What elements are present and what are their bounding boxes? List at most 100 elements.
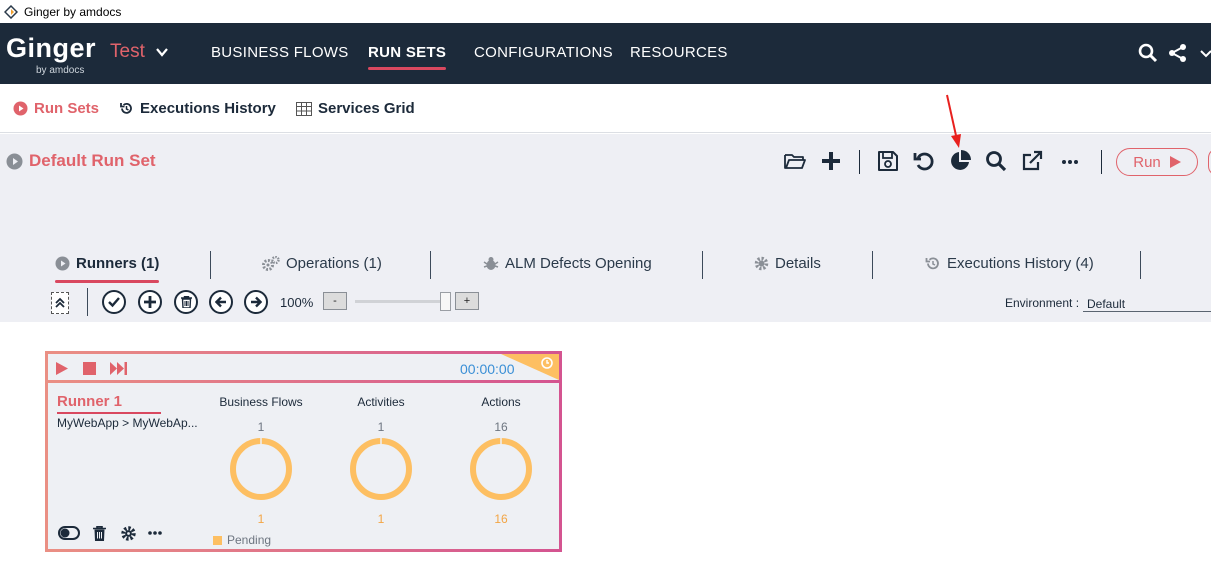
- tab-executions-history[interactable]: Executions History (4): [925, 255, 1094, 272]
- brand-byline: by amdocs: [36, 65, 85, 76]
- run-button-label: Run: [1133, 153, 1161, 171]
- share-icon[interactable]: [1168, 43, 1188, 63]
- runner-card[interactable]: 00:00:00 Runner 1 MyWebApp > MyWebAp... …: [45, 351, 562, 552]
- actions-pending: 16: [494, 512, 508, 526]
- more-icon[interactable]: [148, 530, 162, 536]
- move-left-button[interactable]: [209, 290, 233, 314]
- zoom-in-button[interactable]: +: [455, 292, 479, 310]
- actions-status-ring[interactable]: [468, 436, 534, 502]
- sub-navigation-bar: Run Sets Executions History Services Gri…: [0, 84, 1211, 133]
- brand-name: Ginger: [6, 33, 97, 63]
- run-button[interactable]: Run: [1116, 148, 1198, 176]
- stop-icon[interactable]: [83, 362, 96, 375]
- zoom-level: 100%: [280, 295, 314, 310]
- zoom-slider-track[interactable]: [355, 300, 451, 303]
- tab-separator: [1140, 251, 1141, 279]
- export-icon[interactable]: [1020, 149, 1044, 173]
- tab-separator: [872, 251, 873, 279]
- tab-details-label: Details: [775, 255, 821, 272]
- runner-name: Runner 1: [57, 393, 123, 410]
- environment-select[interactable]: Default: [1083, 294, 1211, 312]
- subtab-run-sets-label: Run Sets: [34, 100, 100, 117]
- fast-forward-icon[interactable]: [110, 362, 128, 375]
- toggle-icon[interactable]: [58, 526, 80, 540]
- column-header-actions: Actions: [481, 395, 521, 409]
- tab-alm-defects-opening[interactable]: ALM Defects Opening: [483, 255, 652, 272]
- nav-run-sets[interactable]: RUN SETS: [368, 44, 447, 70]
- activities-total: 1: [377, 420, 385, 434]
- solution-selector[interactable]: Test: [110, 41, 169, 63]
- history-icon: [120, 102, 132, 114]
- play-circle-icon: [13, 101, 28, 116]
- activities-pending: 1: [377, 512, 385, 526]
- clock-corner-icon: [501, 354, 559, 380]
- tab-separator: [702, 251, 703, 279]
- legend-pending-swatch: [213, 535, 222, 545]
- subtab-executions-history-label: Executions History: [140, 100, 276, 117]
- search-icon[interactable]: [1138, 43, 1158, 63]
- subtab-services-grid-label: Services Grid: [318, 100, 415, 117]
- chevron-down-icon: [156, 48, 168, 57]
- arrow-right-icon: [251, 296, 262, 308]
- window-title: Ginger by amdocs: [24, 4, 122, 19]
- more-icon[interactable]: [1058, 149, 1082, 173]
- play-circle-icon: [6, 153, 23, 169]
- open-folder-icon[interactable]: [783, 149, 807, 173]
- grid-icon: [296, 101, 312, 116]
- nav-business-flows[interactable]: BUSINESS FLOWS: [211, 44, 349, 61]
- zoom-slider-thumb[interactable]: [440, 292, 451, 311]
- tab-alm-defects-opening-label: ALM Defects Opening: [505, 255, 652, 272]
- business-flows-total: 1: [257, 420, 265, 434]
- subtab-services-grid[interactable]: Services Grid: [296, 100, 415, 117]
- save-icon[interactable]: [876, 149, 900, 173]
- search-icon[interactable]: [984, 149, 1008, 173]
- tab-runners[interactable]: Runners (1): [55, 255, 160, 283]
- delete-runner-button[interactable]: [174, 290, 198, 314]
- play-icon[interactable]: [55, 362, 68, 375]
- check-button[interactable]: [102, 290, 126, 314]
- gear-icon[interactable]: [121, 526, 136, 541]
- collapse-button[interactable]: [51, 292, 69, 314]
- top-navigation-bar: Ginger by amdocs Test BUSINESS FLOWS RUN…: [0, 23, 1211, 84]
- gears-icon: [262, 256, 280, 271]
- tab-operations-label: Operations (1): [286, 255, 382, 272]
- environment-label: Environment :: [1005, 296, 1080, 310]
- tab-runners-label: Runners (1): [76, 255, 160, 272]
- tab-separator: [430, 251, 431, 279]
- move-right-button[interactable]: [244, 290, 268, 314]
- nav-configurations[interactable]: CONFIGURATIONS: [474, 44, 613, 61]
- check-icon: [108, 297, 120, 308]
- zoom-out-button[interactable]: -: [323, 292, 347, 310]
- arrow-left-icon: [215, 296, 226, 308]
- legend-pending: Pending: [213, 533, 271, 547]
- business-flows-pending: 1: [257, 512, 265, 526]
- bug-icon: [483, 257, 499, 270]
- nav-resources[interactable]: RESOURCES: [630, 44, 728, 61]
- solution-name: Test: [110, 41, 145, 62]
- ginger-app-icon: [4, 4, 18, 19]
- trash-icon[interactable]: [93, 526, 106, 541]
- actions-total: 16: [494, 420, 508, 434]
- runner-name-underline: [57, 412, 161, 414]
- analyze-pie-icon[interactable]: [948, 149, 972, 173]
- add-runner-button[interactable]: [138, 290, 162, 314]
- undo-icon[interactable]: [912, 149, 936, 173]
- window-title-bar: Ginger by amdocs: [0, 0, 1211, 23]
- tab-operations[interactable]: Operations (1): [262, 255, 382, 272]
- activities-status-ring[interactable]: [348, 436, 414, 502]
- subtab-run-sets[interactable]: Run Sets: [13, 100, 99, 117]
- plus-icon: [144, 296, 156, 308]
- tab-executions-history-label: Executions History (4): [947, 255, 1094, 272]
- run-set-title: Default Run Set: [6, 151, 156, 171]
- double-chevron-up-icon: [55, 297, 65, 308]
- subtab-executions-history[interactable]: Executions History: [119, 100, 276, 117]
- ginger-logo[interactable]: Ginger by amdocs: [6, 33, 97, 76]
- add-icon[interactable]: [819, 149, 843, 173]
- run-set-panel: Default Run Set Run Runners (1) Operatio…: [0, 134, 1211, 322]
- business-flows-status-ring[interactable]: [228, 436, 294, 502]
- trash-icon: [180, 296, 192, 308]
- runner-card-header: 00:00:00: [48, 354, 559, 383]
- tab-details[interactable]: Details: [754, 255, 821, 272]
- chevron-down-icon[interactable]: [1200, 49, 1211, 59]
- column-header-activities: Activities: [357, 395, 405, 409]
